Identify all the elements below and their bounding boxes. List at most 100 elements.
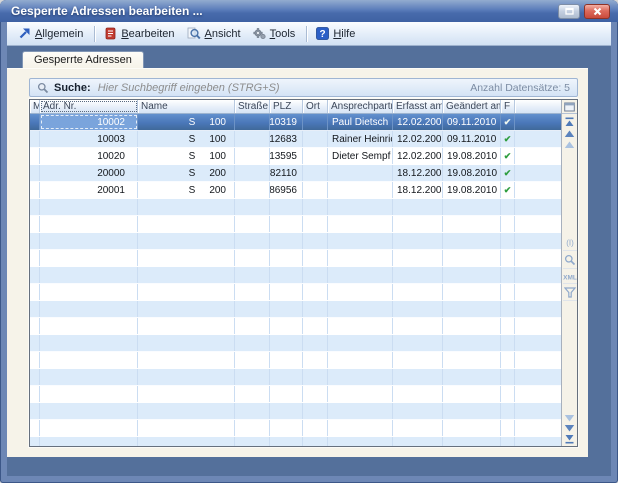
cell-erfasst-am: 18.12.2006	[393, 165, 443, 181]
cell-geaendert-am: 19.08.2010	[443, 182, 501, 198]
name-code: S	[189, 151, 196, 162]
tab-page: Suche: Anzahl Datensätze: 5 M Adr. Nr. N…	[7, 68, 588, 457]
menu-item-tools[interactable]: Tools	[248, 25, 303, 42]
cell-name: S 100	[138, 131, 235, 147]
check-icon: ✔	[504, 168, 512, 179]
close-button[interactable]	[584, 4, 610, 19]
table-row-empty[interactable]	[30, 250, 561, 267]
table-row-empty[interactable]	[30, 335, 561, 352]
scroll-to-top-icon	[564, 117, 575, 127]
table-row-empty[interactable]	[30, 267, 561, 284]
table-row[interactable]: 20000 S 200 82110 18.12.2006 19.08.2010	[30, 165, 561, 182]
column-header-adr-nr[interactable]: Adr. Nr.	[40, 100, 138, 113]
table-row-empty[interactable]	[30, 301, 561, 318]
check-icon: ✔	[504, 134, 512, 145]
search-icon	[564, 254, 576, 266]
menu-label: Tools	[270, 28, 296, 40]
cell-blank	[515, 114, 561, 130]
cell-blank	[515, 182, 561, 198]
column-header-strasse[interactable]: Straße	[235, 100, 270, 113]
column-header-ort[interactable]: Ort	[303, 100, 328, 113]
arrow-up-right-icon	[18, 27, 31, 40]
table-row[interactable]: 20001 S 200 86956 18.12.2006 19.08.2010	[30, 182, 561, 199]
column-header-blank[interactable]	[515, 100, 561, 113]
record-paren-icon: (I)	[564, 237, 576, 248]
table-row-empty[interactable]	[30, 403, 561, 420]
cell-strasse	[235, 165, 270, 181]
menu-item-bearbeiten[interactable]: Bearbeiten	[99, 25, 181, 42]
menu-item-ansicht[interactable]: Ansicht	[182, 25, 248, 42]
edit-book-icon	[104, 27, 117, 40]
gear-icon	[253, 27, 266, 40]
search-label: Suche:	[54, 82, 91, 94]
arrow-down-pale-icon	[564, 414, 575, 422]
maximize-icon	[565, 7, 574, 15]
column-header-erfasst-am[interactable]: Erfasst am	[393, 100, 443, 113]
table-row-empty[interactable]	[30, 369, 561, 386]
scroll-down-page-button[interactable]	[564, 414, 575, 422]
cell-erfasst-am: 12.02.2007	[393, 131, 443, 147]
table-row[interactable]: 10002 S 100 10319 Paul Dietsch 12.02.200…	[30, 114, 561, 131]
column-header-geaendert-am[interactable]: Geändert am	[443, 100, 501, 113]
window-title: Gesperrte Adressen bearbeiten ...	[11, 4, 554, 18]
table-row-empty[interactable]	[30, 216, 561, 233]
cell-strasse	[235, 114, 270, 130]
record-selection-button[interactable]: (I)	[563, 237, 577, 251]
scroll-up-button[interactable]	[564, 130, 575, 138]
table-row[interactable]: 10020 S 100 13595 Dieter Sempf 12.02.200…	[30, 148, 561, 165]
scroll-to-bottom-button[interactable]	[564, 434, 575, 444]
table-row-empty[interactable]	[30, 386, 561, 403]
column-header-m[interactable]: M	[30, 100, 40, 113]
menu-item-hilfe[interactable]: ? Hilfe	[311, 25, 362, 42]
filter-icon	[564, 287, 576, 298]
grid-side-toolbar: (I) XML	[561, 100, 577, 446]
grid-body: 10002 S 100 10319 Paul Dietsch 12.02.200…	[30, 114, 561, 446]
scroll-down-button[interactable]	[564, 424, 575, 432]
menu-item-allgemein[interactable]: Allgemein	[13, 25, 90, 42]
title-bar: Gesperrte Adressen bearbeiten ...	[0, 0, 618, 22]
table-row-empty[interactable]	[30, 318, 561, 335]
svg-text:(I): (I)	[566, 239, 574, 248]
help-icon: ?	[316, 27, 329, 40]
table-row-empty[interactable]	[30, 233, 561, 250]
cell-f-check: ✔	[501, 165, 515, 181]
cell-geaendert-am: 19.08.2010	[443, 165, 501, 181]
filter-button[interactable]	[563, 287, 577, 301]
arrow-up-pale-icon	[564, 141, 575, 149]
column-header-f[interactable]: F	[501, 100, 515, 113]
row-indicator-cell	[30, 148, 40, 164]
table-row-empty[interactable]	[30, 420, 561, 437]
table-row-empty[interactable]	[30, 437, 561, 446]
maximize-button[interactable]	[558, 4, 580, 19]
column-header-plz[interactable]: PLZ	[270, 100, 303, 113]
column-chooser-icon	[564, 102, 575, 112]
search-icon	[37, 82, 49, 94]
cell-adr-nr: 10020	[40, 148, 138, 164]
column-header-ansprechpartner[interactable]: Ansprechpartner	[328, 100, 393, 113]
table-row[interactable]: 10003 S 100 12683 Rainer Heinrich 12.02.…	[30, 131, 561, 148]
search-input[interactable]	[96, 81, 471, 95]
cell-ansprechpartner	[328, 182, 393, 198]
name-number: 200	[209, 185, 226, 196]
row-indicator-cell	[30, 131, 40, 147]
scroll-up-page-button[interactable]	[564, 141, 575, 149]
column-header-name[interactable]: Name	[138, 100, 235, 113]
cell-plz: 82110	[270, 165, 303, 181]
tab-gesperrte-adressen[interactable]: Gesperrte Adressen	[22, 51, 144, 68]
cell-ort	[303, 148, 328, 164]
cell-f-check: ✔	[501, 131, 515, 147]
scroll-to-top-button[interactable]	[564, 117, 575, 127]
cell-name: S 100	[138, 148, 235, 164]
row-indicator-cell	[30, 182, 40, 198]
menu-label: Bearbeiten	[121, 28, 174, 40]
table-row-empty[interactable]	[30, 199, 561, 216]
xml-export-button[interactable]: XML	[563, 272, 577, 284]
cell-f-check: ✔	[501, 114, 515, 130]
name-number: 200	[209, 168, 226, 179]
table-row-empty[interactable]	[30, 284, 561, 301]
column-chooser-button[interactable]	[562, 100, 577, 114]
menu-label: Ansicht	[205, 28, 241, 40]
svg-text:XML: XML	[563, 275, 577, 282]
table-row-empty[interactable]	[30, 352, 561, 369]
grid-search-button[interactable]	[563, 254, 577, 269]
